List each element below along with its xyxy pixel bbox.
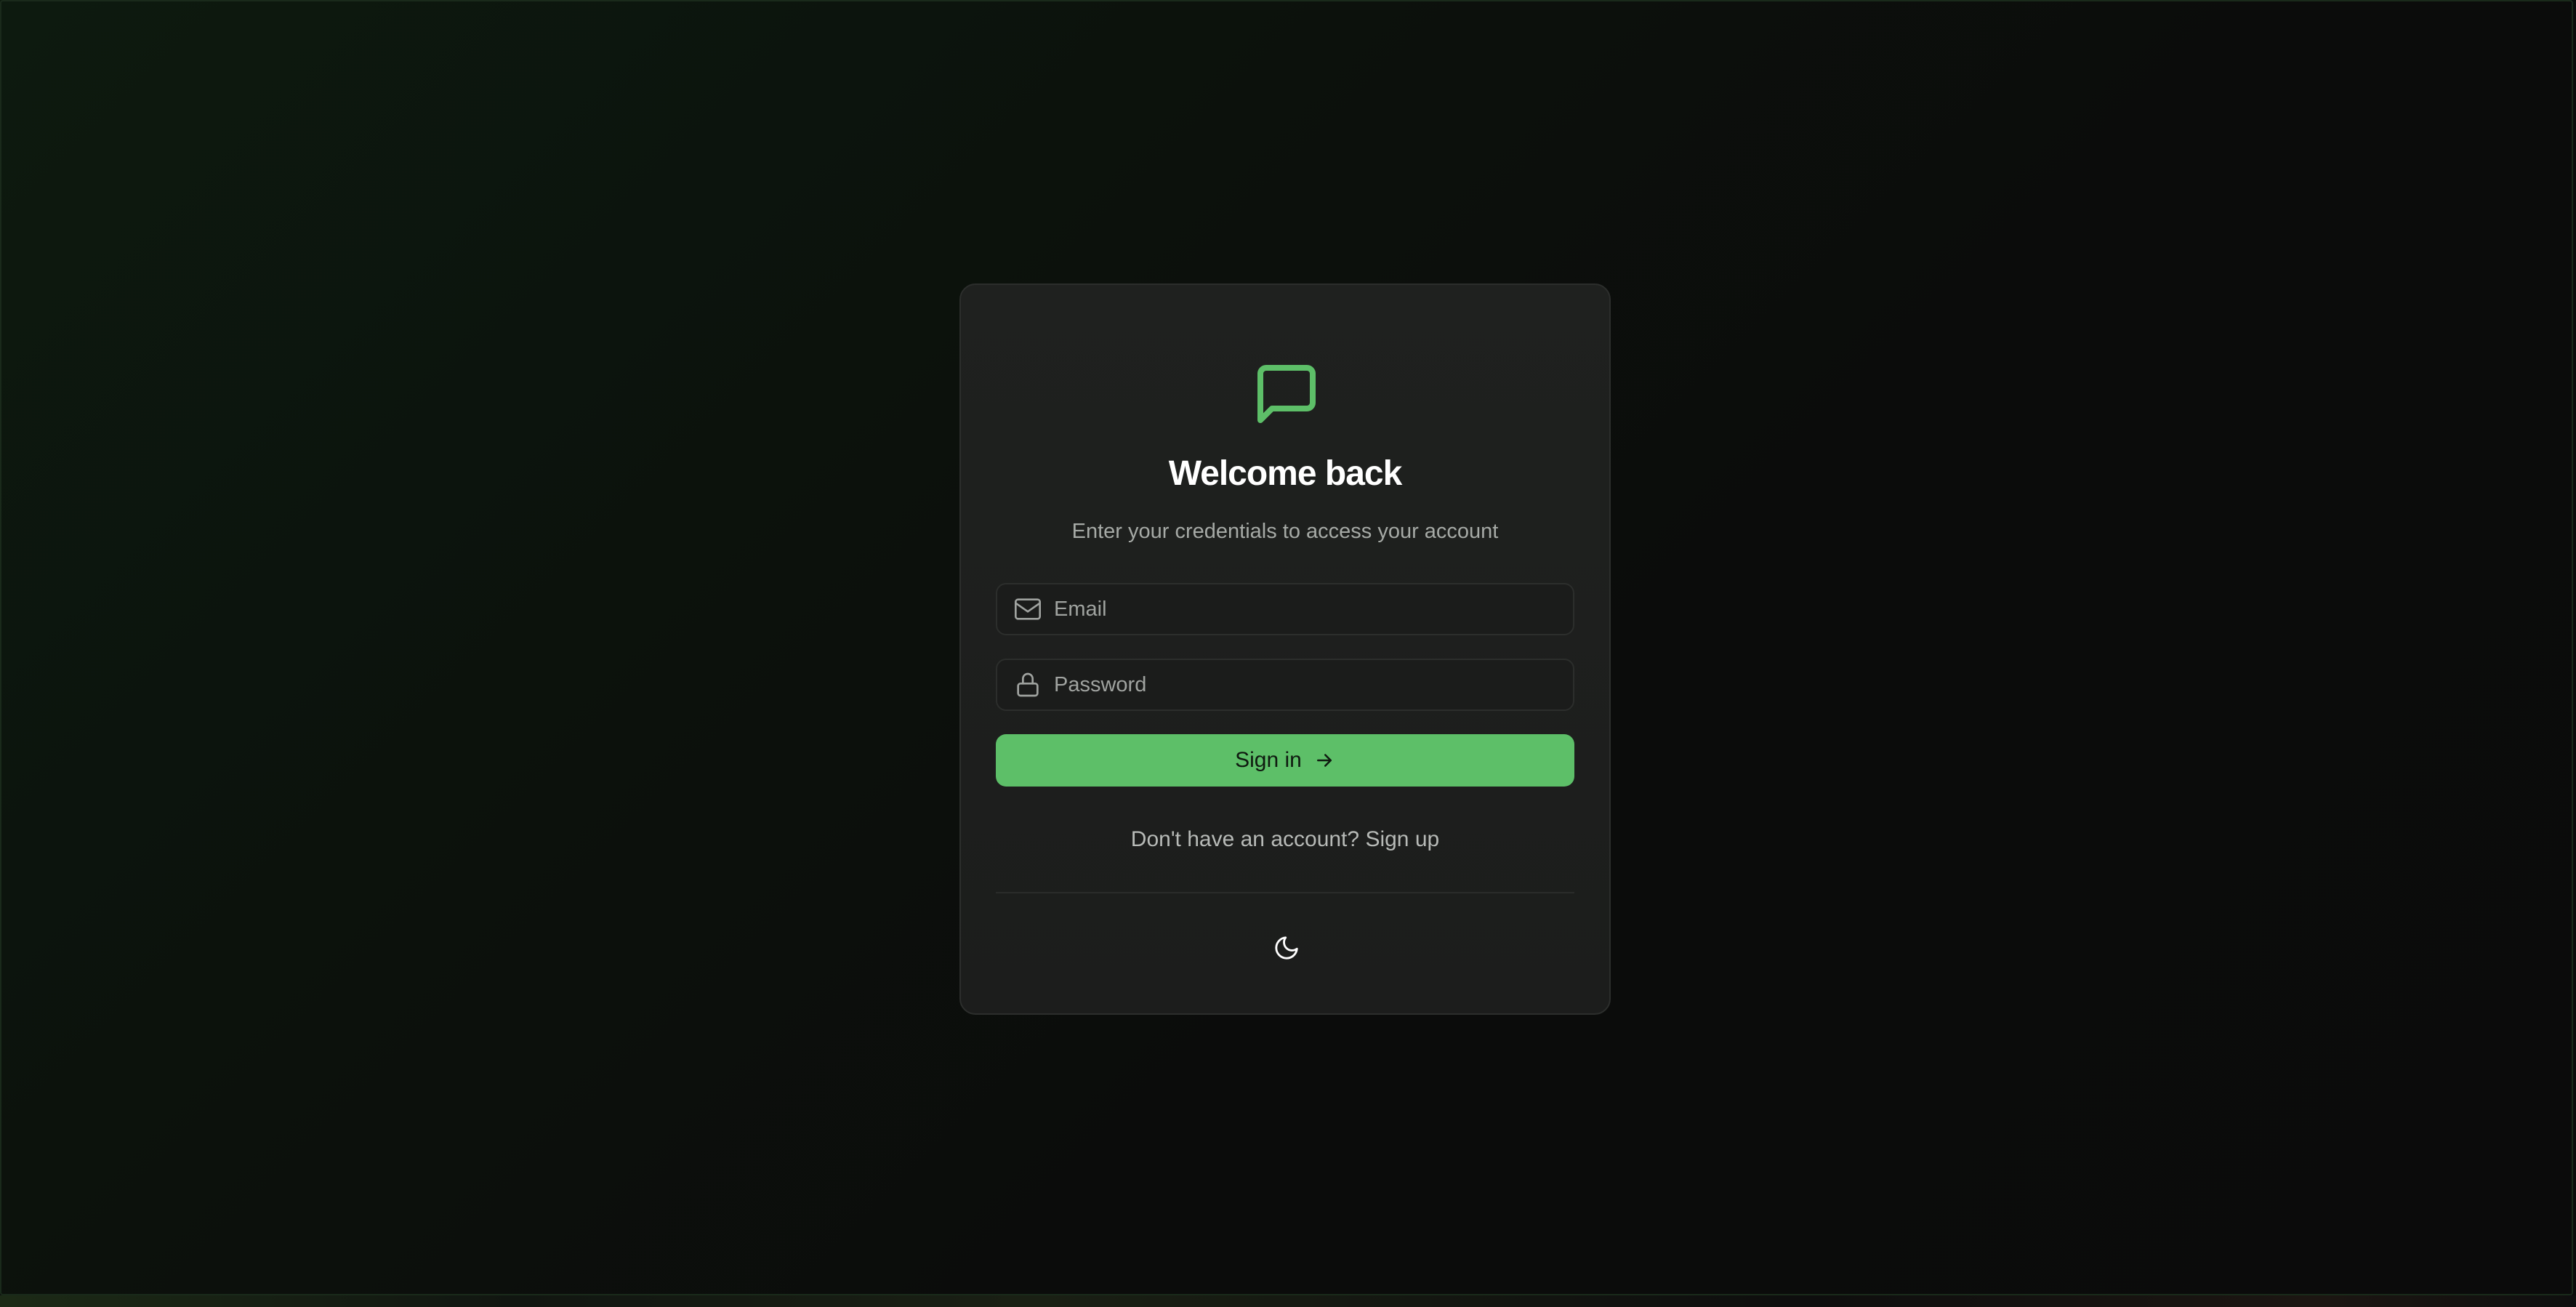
- mail-icon: [1012, 593, 1044, 625]
- sign-in-label: Sign in: [1235, 748, 1302, 772]
- sign-up-link[interactable]: Sign up: [1365, 827, 1439, 851]
- page-title: Welcome back: [1168, 454, 1403, 493]
- email-input[interactable]: [1054, 584, 1573, 634]
- signup-prompt-text: Don't have an account?: [1130, 827, 1360, 851]
- bottom-edge-strip: [0, 1295, 2576, 1307]
- email-field[interactable]: [996, 583, 1574, 635]
- arrow-right-icon: [1313, 749, 1335, 771]
- moon-icon: [1273, 934, 1300, 962]
- signup-prompt: Don't have an account? Sign up: [961, 827, 1609, 852]
- theme-toggle-button[interactable]: [1265, 926, 1308, 970]
- lock-icon: [1012, 669, 1044, 701]
- message-square-icon: [1252, 359, 1321, 429]
- password-field[interactable]: [996, 659, 1574, 711]
- password-input[interactable]: [1054, 660, 1573, 709]
- sign-in-button[interactable]: Sign in: [996, 734, 1574, 787]
- page-subtitle: Enter your credentials to access your ac…: [1071, 520, 1499, 543]
- divider: [996, 892, 1574, 893]
- login-card: Welcome back Enter your credentials to a…: [959, 283, 1611, 1015]
